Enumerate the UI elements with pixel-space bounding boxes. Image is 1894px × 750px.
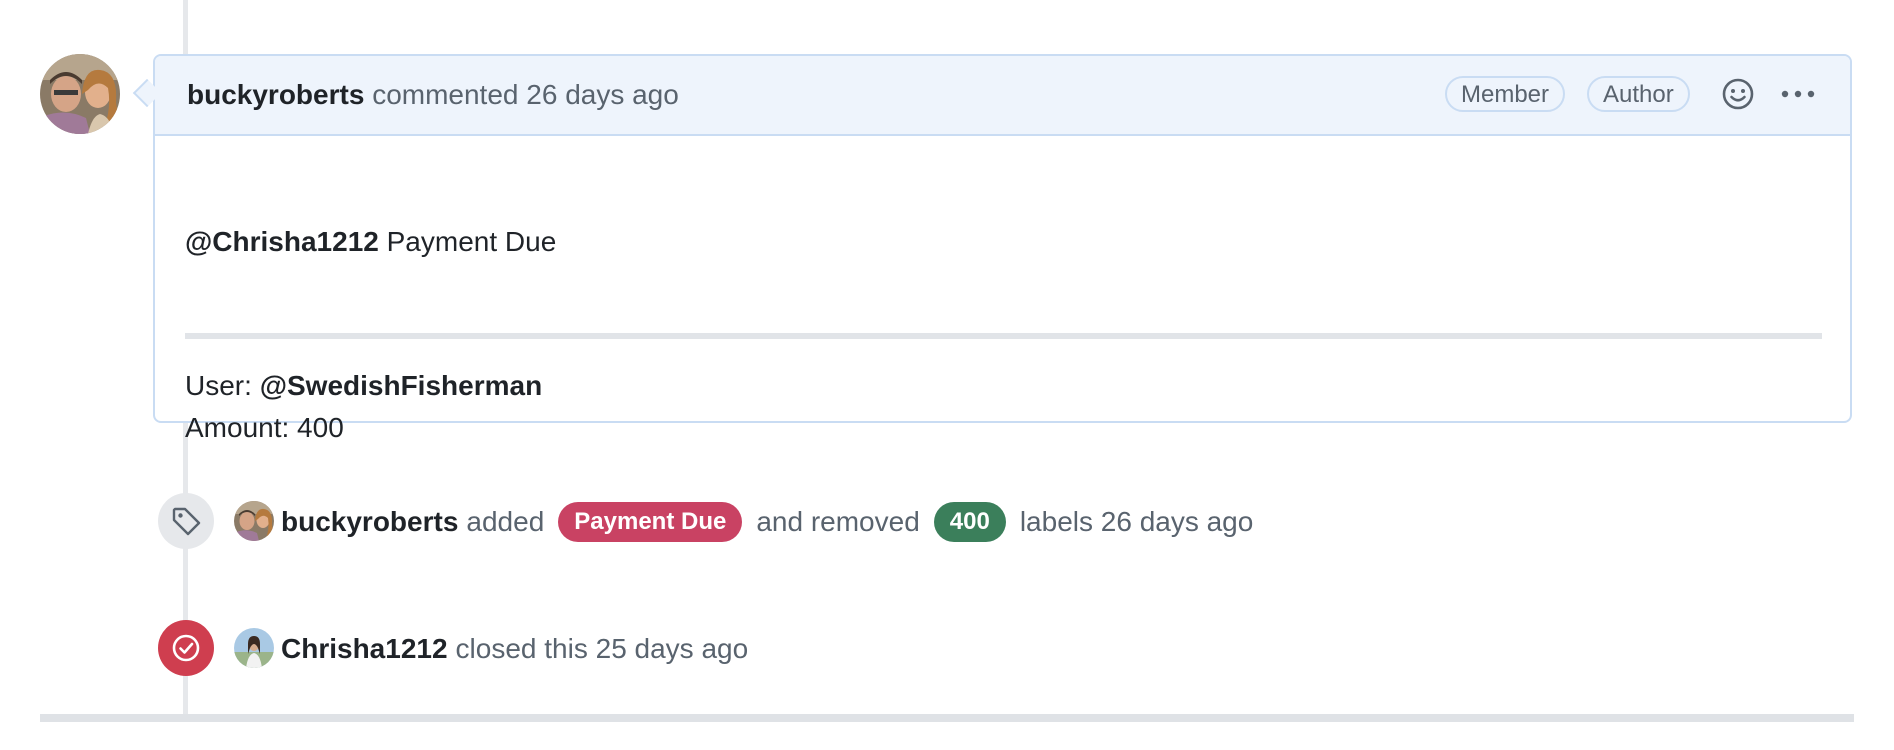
user-label: User: <box>185 370 252 401</box>
event-added-word: added <box>466 506 545 537</box>
author-badge: Author <box>1587 76 1690 112</box>
issue-closed-icon <box>158 620 214 676</box>
closed-event: Chrisha1212 closed this 25 days ago <box>281 627 748 671</box>
body-title-text: Payment Due <box>386 226 557 257</box>
body-line-amount: Amount: 400 <box>185 412 344 443</box>
kebab-horizontal-icon[interactable] <box>1778 76 1818 117</box>
comment-timestamp[interactable]: 26 days ago <box>526 79 679 110</box>
comment-action: commented <box>372 79 519 110</box>
event-suffix: labels 26 days ago <box>1019 506 1254 537</box>
label-400[interactable]: 400 <box>933 502 1006 542</box>
comment-meta: buckyroberts commented 26 days ago <box>187 79 679 111</box>
smiley-icon[interactable] <box>1720 76 1756 117</box>
timeline-end-divider <box>40 714 1854 722</box>
label-payment-due[interactable]: Payment Due <box>558 502 743 542</box>
avatar[interactable] <box>234 628 274 668</box>
author-link[interactable]: buckyroberts <box>187 79 364 110</box>
comment-header: buckyroberts commented 26 days ago Membe… <box>155 56 1850 136</box>
actor-link[interactable]: Chrisha1212 <box>281 633 448 665</box>
avatar[interactable] <box>234 501 274 541</box>
label-event: buckyroberts added Payment Due and remov… <box>281 500 1253 544</box>
event-removed-word: and removed <box>756 506 920 537</box>
body-line-user: User: @SwedishFisherman <box>185 370 542 402</box>
mention-link[interactable]: @Chrisha1212 <box>185 226 379 257</box>
member-badge: Member <box>1445 76 1566 112</box>
avatar[interactable] <box>40 54 120 134</box>
user-mention-link[interactable]: @SwedishFisherman <box>260 370 543 401</box>
issue-timeline: buckyroberts commented 26 days ago Membe… <box>0 0 1894 750</box>
actor-link[interactable]: buckyroberts <box>281 506 458 538</box>
body-line-mention: @Chrisha1212 Payment Due <box>185 226 556 258</box>
horizontal-rule <box>185 333 1822 339</box>
closed-event-text[interactable]: closed this 25 days ago <box>456 633 749 665</box>
comment-card: buckyroberts commented 26 days ago Membe… <box>153 54 1852 443</box>
tag-icon <box>158 493 214 549</box>
